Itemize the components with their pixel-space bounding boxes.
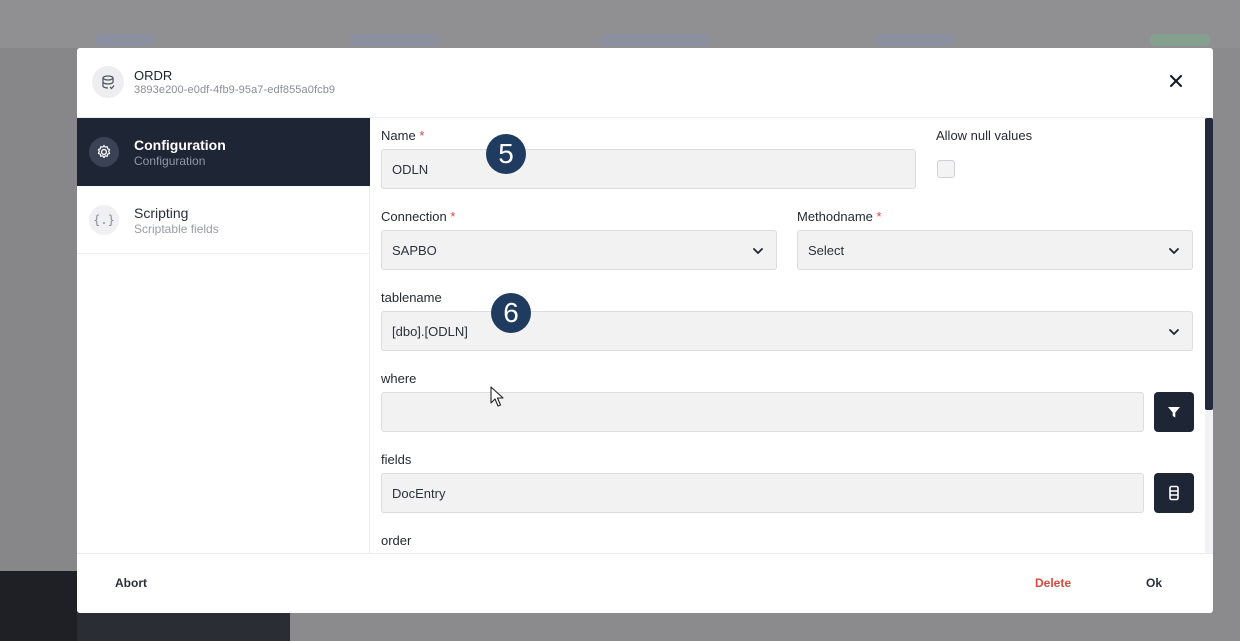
mouse-cursor-icon — [490, 386, 504, 407]
scrollbar-thumb[interactable] — [1205, 118, 1213, 410]
methodname-label: Methodname * — [797, 209, 882, 224]
where-label: where — [381, 371, 417, 386]
close-icon[interactable] — [1169, 74, 1183, 88]
database-icon — [92, 66, 124, 98]
tablename-value: [dbo].[ODLN] — [392, 323, 468, 339]
name-input[interactable]: ODLN — [381, 149, 916, 189]
chevron-down-icon — [753, 248, 763, 254]
delete-button[interactable]: Delete — [1035, 576, 1071, 590]
background-blur — [875, 34, 955, 46]
dialog-header: ORDR 3893e200-e0df-4fb9-95a7-edf855a0fcb… — [77, 48, 1213, 118]
connection-value: SAPBO — [392, 242, 437, 258]
edit-dialog: ORDR 3893e200-e0df-4fb9-95a7-edf855a0fcb… — [77, 48, 1213, 613]
background-blur — [95, 34, 155, 46]
background-panel — [0, 571, 77, 641]
columns-icon — [1169, 485, 1179, 501]
sidebar-item-scripting[interactable]: {.} Scripting Scriptable fields — [77, 186, 370, 254]
background-blur — [600, 34, 710, 46]
background-blur — [1150, 34, 1210, 46]
sidebar-item-sublabel: Configuration — [134, 154, 206, 168]
step-badge-6: 6 — [491, 293, 531, 333]
braces-icon: {.} — [89, 205, 119, 235]
allow-null-checkbox[interactable] — [937, 160, 955, 178]
allow-null-label: Allow null values — [936, 128, 1033, 143]
field-picker-button[interactable] — [1154, 473, 1194, 513]
connection-label-text: Connection — [381, 209, 447, 224]
sidebar-item-sublabel: Scriptable fields — [134, 222, 219, 236]
required-marker: * — [876, 209, 882, 224]
ok-button[interactable]: Ok — [1146, 576, 1162, 590]
fields-value: DocEntry — [392, 485, 446, 501]
name-label-text: Name — [381, 128, 416, 143]
sidebar-item-configuration[interactable]: Configuration Configuration — [77, 118, 370, 186]
background-blur — [350, 34, 440, 46]
dialog-footer: Abort Delete Ok — [77, 553, 1213, 613]
chevron-down-icon — [1169, 248, 1179, 254]
close-button[interactable] — [1167, 72, 1185, 90]
background-sidebar — [0, 48, 77, 641]
name-value: ODLN — [392, 161, 429, 177]
filter-button[interactable] — [1154, 392, 1194, 432]
sidebar-item-label: Configuration — [134, 137, 226, 153]
fields-label: fields — [381, 452, 412, 467]
methodname-label-text: Methodname — [797, 209, 873, 224]
gear-icon — [89, 137, 119, 167]
sidebar-item-label: Scripting — [134, 205, 189, 221]
connection-select[interactable]: SAPBO — [381, 230, 777, 270]
required-marker: * — [419, 128, 425, 143]
methodname-value: Select — [808, 242, 845, 258]
dialog-sidebar: Configuration Configuration {.} Scriptin… — [77, 118, 370, 553]
tablename-label: tablename — [381, 290, 442, 305]
connection-label: Connection * — [381, 209, 455, 224]
dialog-id: 3893e200-e0df-4fb9-95a7-edf855a0fcb9 — [134, 84, 336, 96]
name-label: Name * — [381, 128, 424, 143]
abort-button[interactable]: Abort — [115, 576, 147, 590]
required-marker: * — [450, 209, 456, 224]
chevron-down-icon — [1169, 329, 1179, 335]
order-label: order — [381, 533, 412, 548]
dialog-title: ORDR — [134, 68, 173, 83]
fields-input[interactable]: DocEntry — [381, 473, 1144, 513]
filter-icon — [1168, 407, 1180, 418]
methodname-select[interactable]: Select — [797, 230, 1193, 270]
step-badge-5: 5 — [486, 134, 526, 174]
form-panel: Name * ODLN Allow null values Connection… — [371, 118, 1213, 553]
